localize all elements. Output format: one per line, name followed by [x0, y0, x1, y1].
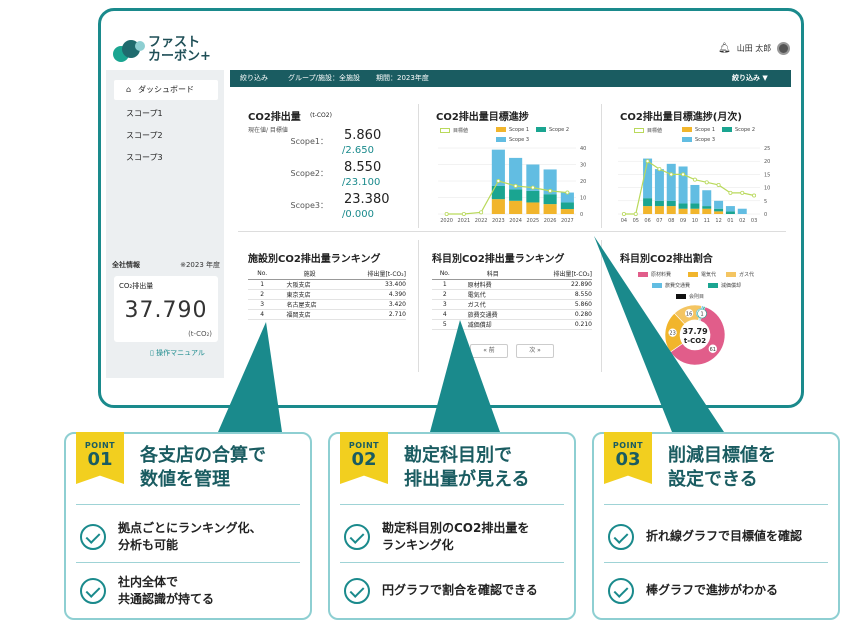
point-ribbon: POINT 02 [340, 432, 388, 484]
check-icon [344, 578, 370, 604]
point-divider [604, 562, 828, 563]
point-item-line: 共通認識が持てる [118, 592, 215, 606]
point-divider [604, 504, 828, 505]
point-title: 削減目標値を 設定できる [668, 444, 776, 492]
point-title-line1: 削減目標値を [668, 445, 776, 466]
point-item-line: 勘定科目別のCO2排出量を [382, 521, 530, 535]
point-divider [340, 562, 564, 563]
point-number: 02 [351, 449, 377, 470]
check-icon [608, 524, 634, 550]
callout-pointer-01 [218, 322, 282, 432]
point-item-line: 棒グラフで進捗がわかる [646, 583, 779, 597]
point-item: 円グラフで割合を確認できる [382, 582, 538, 599]
point-item-line: 拠点ごとにランキング化、 [118, 521, 262, 535]
point-divider [76, 562, 300, 563]
point-ribbon: POINT 03 [604, 432, 652, 484]
callout-pointer-03 [594, 236, 724, 432]
point-number: 01 [87, 449, 113, 470]
check-icon [80, 578, 106, 604]
point-title-line1: 各支店の合算で [140, 445, 266, 466]
point-title-line2: 設定できる [668, 469, 758, 490]
point-item: 折れ線グラフで目標値を確認 [646, 528, 802, 545]
point-item: 勘定科目別のCO2排出量を ランキング化 [382, 520, 529, 554]
point-ribbon: POINT 01 [76, 432, 124, 484]
point-item-line: ランキング化 [382, 538, 454, 552]
point-title-line2: 数値を管理 [140, 469, 230, 490]
point-item-line: 分析も可能 [118, 538, 179, 552]
point-title-line2: 排出量が見える [404, 469, 530, 490]
check-icon [608, 578, 634, 604]
point-title: 各支店の合算で 数値を管理 [140, 444, 266, 492]
point-card-03: POINT 03 削減目標値を 設定できる 折れ線グラフで目標値を確認 棒グラフ… [592, 432, 840, 620]
point-number: 03 [615, 449, 641, 470]
point-title: 勘定科目別で 排出量が見える [404, 444, 529, 492]
check-icon [80, 524, 106, 550]
point-item-line: 折れ線グラフで目標値を確認 [646, 529, 803, 543]
point-item: 拠点ごとにランキング化、 分析も可能 [118, 520, 262, 554]
point-divider [340, 504, 564, 505]
point-item-line: 社内全体で [118, 575, 179, 589]
point-title-line1: 勘定科目別で [404, 445, 512, 466]
point-divider [76, 504, 300, 505]
point-item: 社内全体で 共通認識が持てる [118, 574, 214, 608]
check-icon [344, 524, 370, 550]
point-item: 棒グラフで進捗がわかる [646, 582, 778, 599]
point-card-01: POINT 01 各支店の合算で 数値を管理 拠点ごとにランキング化、 分析も可… [64, 432, 312, 620]
callout-pointer-02 [430, 320, 500, 432]
point-card-02: POINT 02 勘定科目別で 排出量が見える 勘定科目別のCO2排出量を ラン… [328, 432, 576, 620]
point-item-line: 円グラフで割合を確認できる [382, 583, 538, 597]
